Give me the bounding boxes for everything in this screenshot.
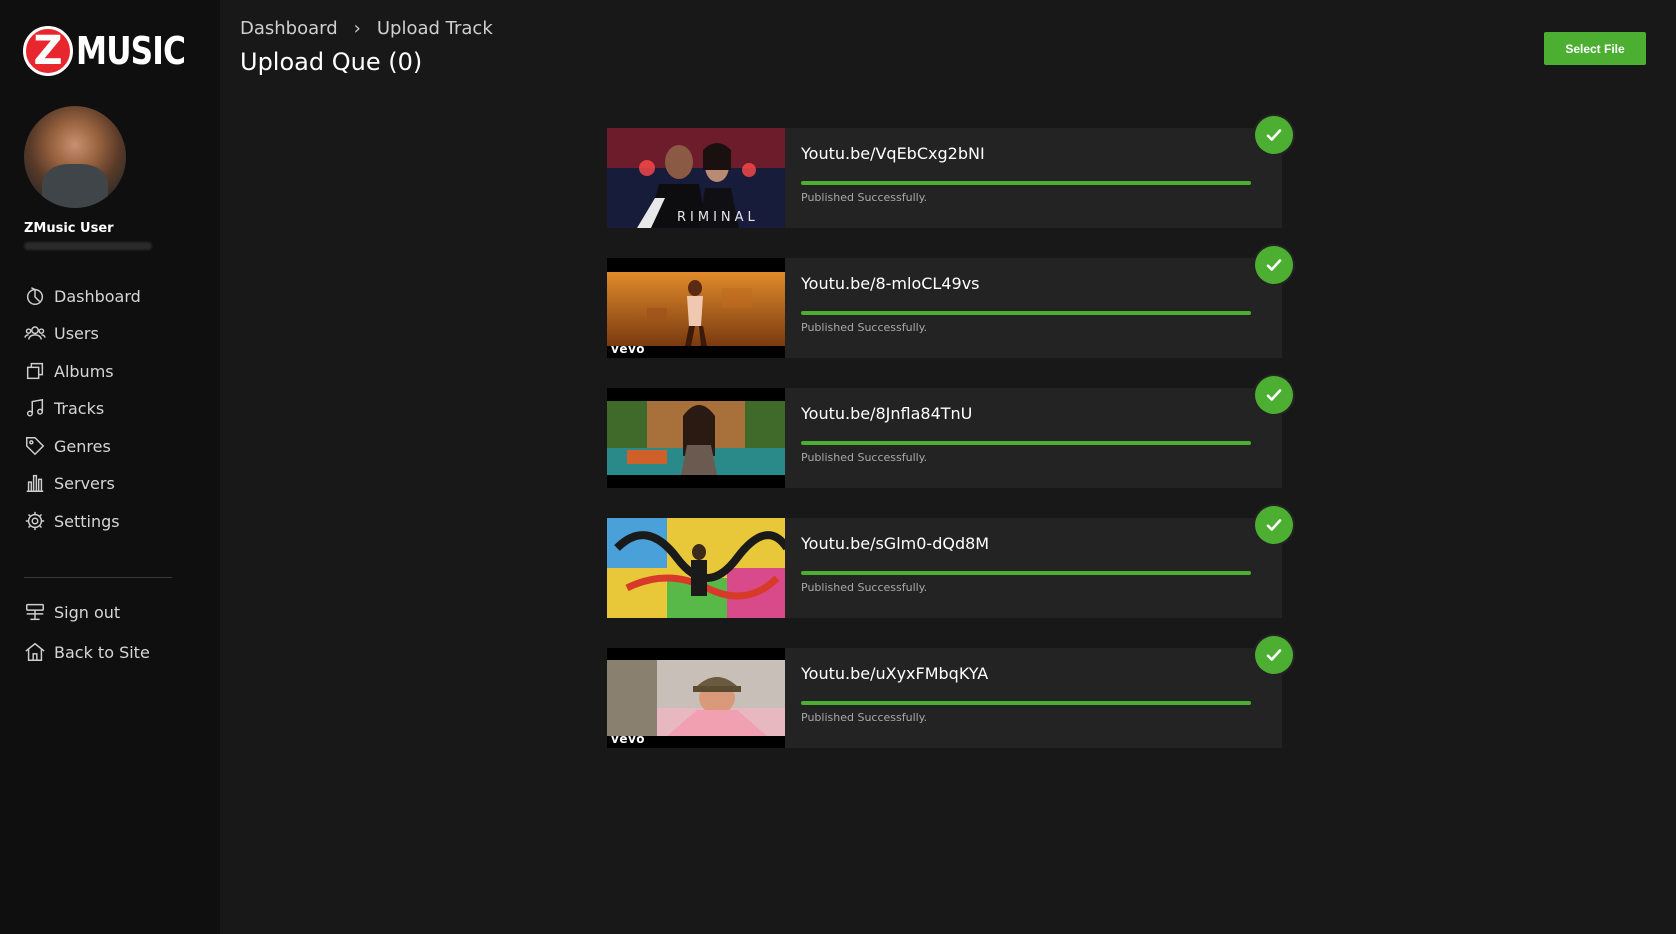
sidebar: Z MUSIC ZMusic User Dashboard Users Albu… (0, 0, 220, 934)
progress-fill (801, 701, 1251, 705)
check-icon (1266, 649, 1282, 661)
upload-status: Published Successfully. (801, 321, 928, 334)
sidebar-item-label: Back to Site (54, 642, 150, 662)
vevo-watermark: vevo (611, 342, 646, 356)
check-icon (1266, 129, 1282, 141)
music-note-icon (26, 398, 44, 417)
bar-chart-icon (26, 474, 44, 492)
sidebar-item-servers[interactable]: Servers (24, 468, 194, 498)
sidebar-item-label: Users (54, 323, 99, 343)
nav-divider (24, 577, 172, 578)
upload-status: Published Successfully. (801, 191, 928, 204)
success-check-badge (1255, 506, 1293, 544)
progress-fill (801, 571, 1251, 575)
upload-status: Published Successfully. (801, 581, 928, 594)
video-thumbnail[interactable] (607, 518, 785, 618)
sidebar-item-label: Servers (54, 473, 115, 493)
user-name: ZMusic User (24, 221, 114, 236)
breadcrumb-upload-track: Upload Track (376, 18, 493, 39)
breadcrumb: Dashboard › Upload Track (240, 18, 493, 39)
sidebar-item-settings[interactable]: Settings (24, 506, 194, 536)
progress-bar (801, 441, 1251, 445)
success-check-badge (1255, 376, 1293, 414)
breadcrumb-dashboard[interactable]: Dashboard (240, 18, 338, 39)
queue-item: vevo Youtu.be/uXyxFMbqKYA Published Succ… (607, 636, 1293, 748)
sidebar-item-genres[interactable]: Genres (24, 431, 194, 461)
queue-item: Youtu.be/sGlm0-dQd8M Published Successfu… (607, 506, 1293, 618)
sidebar-item-back-to-site[interactable]: Back to Site (24, 637, 194, 667)
progress-bar (801, 571, 1251, 575)
svg-text:RIMINAL: RIMINAL (677, 210, 759, 225)
zmusic-logo[interactable]: Z MUSIC (23, 26, 209, 76)
video-thumbnail[interactable]: vevo (607, 648, 785, 748)
video-thumbnail[interactable]: RIMINAL (607, 128, 785, 228)
sidebar-item-tracks[interactable]: Tracks (24, 393, 194, 423)
albums-icon (26, 362, 44, 380)
sidebar-item-label: Settings (54, 511, 120, 531)
sidebar-item-albums[interactable]: Albums (24, 356, 194, 386)
vevo-watermark: vevo (611, 732, 646, 746)
video-thumbnail[interactable]: vevo (607, 258, 785, 358)
user-email-blurred (24, 242, 152, 250)
video-url[interactable]: Youtu.be/8Jnfla84TnU (801, 404, 972, 423)
sidebar-item-label: Dashboard (54, 286, 141, 306)
sidebar-item-label: Genres (54, 436, 111, 456)
sidebar-item-label: Tracks (54, 398, 105, 418)
video-url[interactable]: Youtu.be/sGlm0-dQd8M (801, 534, 989, 553)
video-url[interactable]: Youtu.be/uXyxFMbqKYA (801, 664, 988, 683)
queue-item: vevo Youtu.be/8-mloCL49vs Published Succ… (607, 246, 1293, 358)
queue-item: RIMINAL Youtu.be/VqEbCxg2bNI Published S… (607, 116, 1293, 228)
tag-icon (26, 437, 45, 456)
dashboard-icon (26, 287, 44, 305)
progress-fill (801, 181, 1251, 185)
breadcrumb-separator: › (353, 18, 361, 39)
progress-fill (801, 441, 1251, 445)
upload-status: Published Successfully. (801, 451, 928, 464)
video-url[interactable]: Youtu.be/VqEbCxg2bNI (801, 144, 985, 163)
page-title: Upload Que (0) (240, 48, 423, 76)
queue-item: Youtu.be/8Jnfla84TnU Published Successfu… (607, 376, 1293, 488)
gear-icon (25, 511, 45, 531)
progress-bar (801, 701, 1251, 705)
check-icon (1266, 259, 1282, 271)
progress-bar (801, 181, 1251, 185)
upload-status: Published Successfully. (801, 711, 928, 724)
success-check-badge (1255, 116, 1293, 154)
sidebar-item-label: Albums (54, 361, 114, 381)
video-url[interactable]: Youtu.be/8-mloCL49vs (801, 274, 980, 293)
video-thumbnail[interactable] (607, 388, 785, 488)
sidebar-item-dashboard[interactable]: Dashboard (24, 281, 194, 311)
home-icon (25, 642, 45, 661)
check-icon (1266, 389, 1282, 401)
check-icon (1266, 519, 1282, 531)
success-check-badge (1255, 636, 1293, 674)
sidebar-item-users[interactable]: Users (24, 318, 194, 348)
select-file-button[interactable]: Select File (1544, 32, 1646, 65)
sidebar-item-sign-out[interactable]: Sign out (24, 597, 194, 627)
logo-z-badge: Z (23, 26, 73, 76)
sidebar-item-label: Sign out (54, 602, 121, 622)
sign-out-icon (26, 603, 44, 621)
success-check-badge (1255, 246, 1293, 284)
progress-bar (801, 311, 1251, 315)
logo-text: MUSIC (76, 29, 186, 73)
main-content: Dashboard › Upload Track Upload Que (0) … (220, 0, 1676, 934)
progress-fill (801, 311, 1251, 315)
users-icon (24, 326, 46, 340)
avatar[interactable] (24, 106, 126, 208)
